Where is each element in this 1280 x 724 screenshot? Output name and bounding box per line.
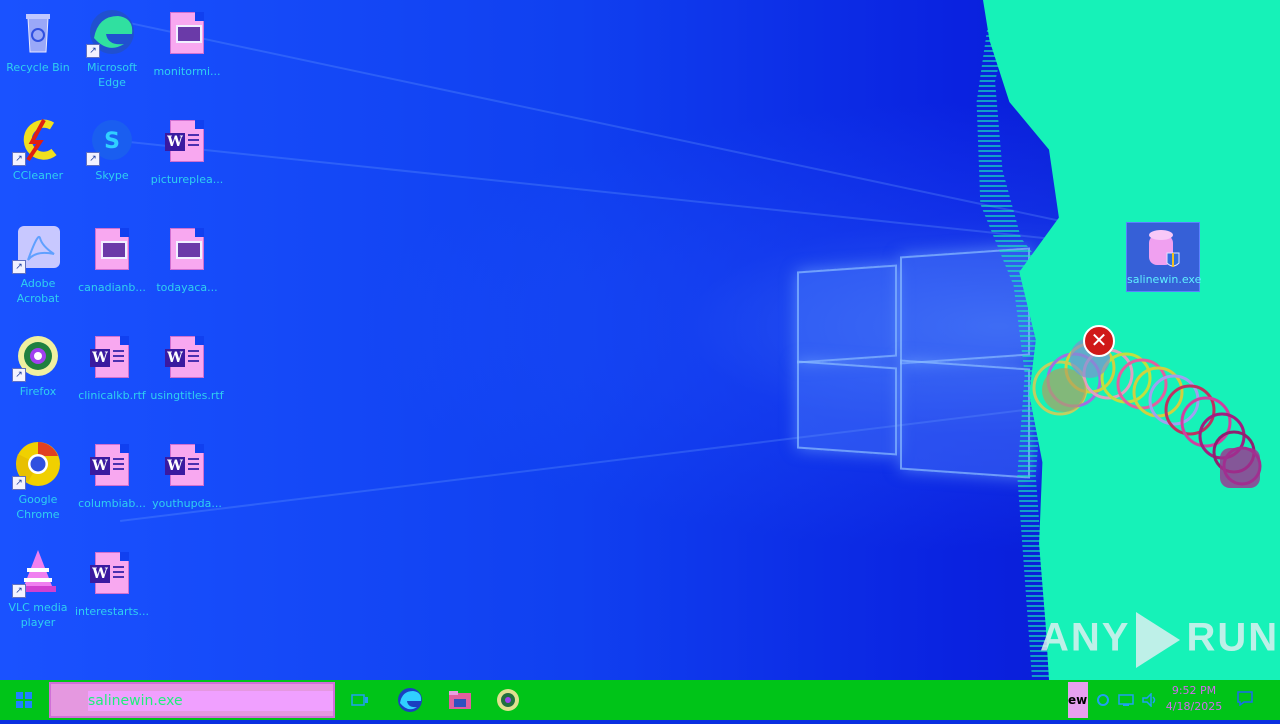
- desktop-icon-canadianb[interactable]: canadianb...: [74, 224, 150, 295]
- notification-icon: [1237, 691, 1253, 707]
- icon-label: Google Chrome: [16, 493, 60, 521]
- desktop-icon-google-chrome[interactable]: ↗ Google Chrome: [0, 440, 76, 522]
- word-doc-icon: W: [163, 336, 211, 384]
- desktop-icon-vlc[interactable]: ↗ VLC media player: [0, 548, 76, 630]
- running-app-button[interactable]: ewi: [1068, 682, 1088, 718]
- salinewin-exe-icon: [1141, 227, 1185, 271]
- clock-date: 4/18/2025: [1165, 700, 1223, 713]
- shortcut-arrow-icon: ↗: [12, 152, 26, 166]
- word-doc-icon: W: [88, 552, 136, 600]
- icon-label: Microsoft Edge: [86, 61, 138, 89]
- clock-time: 9:52 PM: [1171, 684, 1217, 697]
- search-input[interactable]: salinewin.exe: [88, 691, 333, 711]
- desktop-icon-monitormi[interactable]: monitormi...: [149, 8, 225, 79]
- error-x-icon: ✕: [1083, 325, 1115, 357]
- tray-network-button[interactable]: [1114, 680, 1138, 720]
- desktop-icon-skype[interactable]: S ↗ Skype: [74, 116, 150, 183]
- skype-icon: S ↗: [86, 116, 136, 166]
- desktop-icon-picturepl[interactable]: W picturepleа...: [149, 116, 225, 187]
- word-doc-icon: W: [88, 336, 136, 384]
- edge-icon: [398, 688, 422, 712]
- desktop-icon-recycle-bin[interactable]: Recycle Bin: [0, 8, 76, 75]
- icon-label: todayaca...: [156, 281, 218, 294]
- network-icon: [1118, 694, 1134, 706]
- desktop-icon-firefox[interactable]: ↗ Firefox: [0, 332, 76, 399]
- tray-settings-button[interactable]: [1092, 680, 1114, 720]
- icon-label: interestarts...: [75, 605, 149, 618]
- icon-label: VLC media player: [8, 601, 68, 629]
- windows-start-icon: [16, 692, 32, 708]
- icon-label: Firefox: [19, 385, 57, 398]
- acrobat-icon: ↗: [12, 224, 62, 274]
- firefox-icon: [497, 689, 519, 711]
- desktop-icon-todayaca[interactable]: todayaca...: [149, 224, 225, 295]
- ccleaner-icon: ↗: [12, 116, 62, 166]
- icon-label: salinewin.exe: [1127, 273, 1202, 286]
- desktop-icon-salinewin-exe[interactable]: salinewin.exe: [1126, 222, 1202, 292]
- gear-icon: [1097, 694, 1109, 706]
- desktop-icon-ccleaner[interactable]: ↗ CCleaner: [0, 116, 76, 183]
- notification-center-button[interactable]: [1236, 690, 1256, 708]
- taskbar: salinewin.exe ewi 9:52 PM 4/18/2025: [0, 680, 1280, 720]
- icon-label: columbiab...: [78, 497, 146, 510]
- anyrun-watermark: ANY RUN: [1040, 612, 1279, 668]
- tray-volume-button[interactable]: [1138, 680, 1162, 720]
- shortcut-arrow-icon: ↗: [86, 44, 100, 58]
- icon-label: clinicalkb.rtf: [78, 389, 146, 402]
- chrome-icon: ↗: [12, 440, 62, 490]
- task-view-icon: [351, 694, 368, 706]
- icon-label: usingtitles.rtf: [150, 389, 224, 402]
- desktop-icon-interestarts[interactable]: W interestarts...: [74, 548, 150, 619]
- speaker-icon: [1142, 693, 1156, 707]
- taskbar-firefox-button[interactable]: [484, 680, 532, 720]
- desktop-icon-columbiab[interactable]: W columbiab...: [74, 440, 150, 511]
- icon-label: CCleaner: [12, 169, 64, 182]
- shortcut-arrow-icon: ↗: [12, 476, 26, 490]
- recycle-bin-icon: [14, 8, 62, 56]
- image-file-icon: [163, 228, 211, 276]
- icon-label: Recycle Bin: [6, 61, 70, 74]
- desktop[interactable]: Recycle Bin ↗ CCleaner ↗ Adobe Acrobat ↗…: [0, 0, 1280, 680]
- taskbar-clock[interactable]: 9:52 PM 4/18/2025: [1160, 683, 1228, 715]
- desktop-icon-microsoft-edge[interactable]: ↗ Microsoft Edge: [74, 8, 150, 90]
- icon-label: monitormi...: [153, 65, 221, 78]
- start-button[interactable]: [0, 680, 48, 720]
- error-icon-trail: [1032, 338, 1262, 488]
- shortcut-arrow-icon: ↗: [12, 260, 26, 274]
- desktop-icon-youthupda[interactable]: W youthupda...: [149, 440, 225, 511]
- word-doc-icon: W: [163, 444, 211, 492]
- desktop-icon-adobe-acrobat[interactable]: ↗ Adobe Acrobat: [0, 224, 76, 306]
- word-doc-icon: W: [88, 444, 136, 492]
- task-view-button[interactable]: [336, 680, 384, 720]
- taskbar-search-box[interactable]: salinewin.exe: [49, 682, 335, 718]
- icon-label: Skype: [95, 169, 129, 182]
- image-file-icon: [88, 228, 136, 276]
- edge-icon: ↗: [86, 8, 136, 58]
- folder-icon: [449, 691, 471, 709]
- vlc-icon: ↗: [12, 548, 62, 598]
- shortcut-arrow-icon: ↗: [86, 152, 100, 166]
- shortcut-arrow-icon: ↗: [12, 368, 26, 382]
- icon-label: youthupda...: [152, 497, 222, 510]
- taskbar-edge-button[interactable]: [386, 680, 434, 720]
- icon-label: picturepleа...: [150, 173, 224, 186]
- shortcut-arrow-icon: ↗: [12, 584, 26, 598]
- firefox-icon: ↗: [12, 332, 62, 382]
- desktop-icon-clinicalkb[interactable]: W clinicalkb.rtf: [74, 332, 150, 403]
- image-file-icon: [163, 12, 211, 60]
- icon-label: canadianb...: [78, 281, 146, 294]
- desktop-icon-usingtitles[interactable]: W usingtitles.rtf: [149, 332, 225, 403]
- taskbar-file-explorer-button[interactable]: [436, 680, 484, 720]
- svg-text:S: S: [104, 129, 120, 154]
- icon-label: Adobe Acrobat: [16, 277, 60, 305]
- word-doc-icon: W: [163, 120, 211, 168]
